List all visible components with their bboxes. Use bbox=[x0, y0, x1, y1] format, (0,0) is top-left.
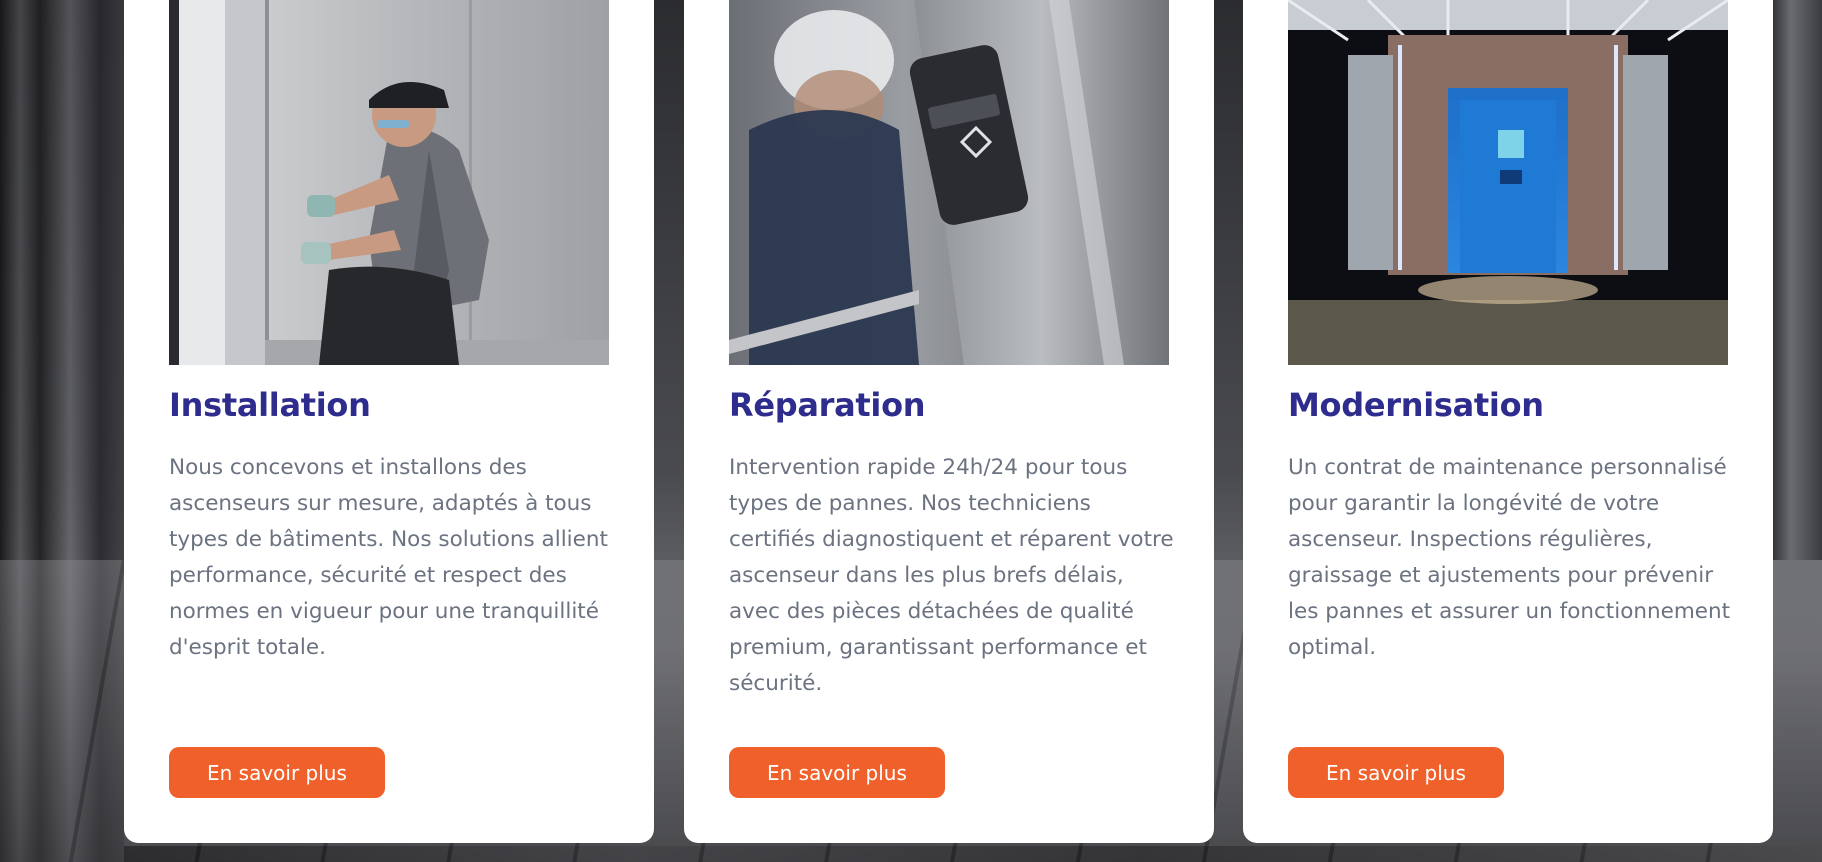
service-card-installation: Installation Nous concevons et installon… bbox=[124, 0, 654, 843]
services-grid: Installation Nous concevons et installon… bbox=[124, 0, 1773, 843]
service-image-reparation bbox=[729, 0, 1169, 365]
service-card-modernisation: Modernisation Un contrat de maintenance … bbox=[1243, 0, 1773, 843]
service-description: Un contrat de maintenance personnalisé p… bbox=[1288, 455, 1731, 660]
learn-more-button-modernisation[interactable]: En savoir plus bbox=[1288, 747, 1504, 798]
service-card-reparation: Réparation Intervention rapide 24h/24 po… bbox=[684, 0, 1214, 843]
service-description: Intervention rapide 24h/24 pour tous typ… bbox=[729, 455, 1174, 696]
service-title: Réparation bbox=[729, 386, 926, 424]
learn-more-button-reparation[interactable]: En savoir plus bbox=[729, 747, 945, 798]
service-image-modernisation bbox=[1288, 0, 1728, 365]
learn-more-button-installation[interactable]: En savoir plus bbox=[169, 747, 385, 798]
service-title: Installation bbox=[169, 386, 371, 424]
service-description: Nous concevons et installons des ascense… bbox=[169, 455, 608, 660]
service-title: Modernisation bbox=[1288, 386, 1544, 424]
service-image-installation bbox=[169, 0, 609, 365]
